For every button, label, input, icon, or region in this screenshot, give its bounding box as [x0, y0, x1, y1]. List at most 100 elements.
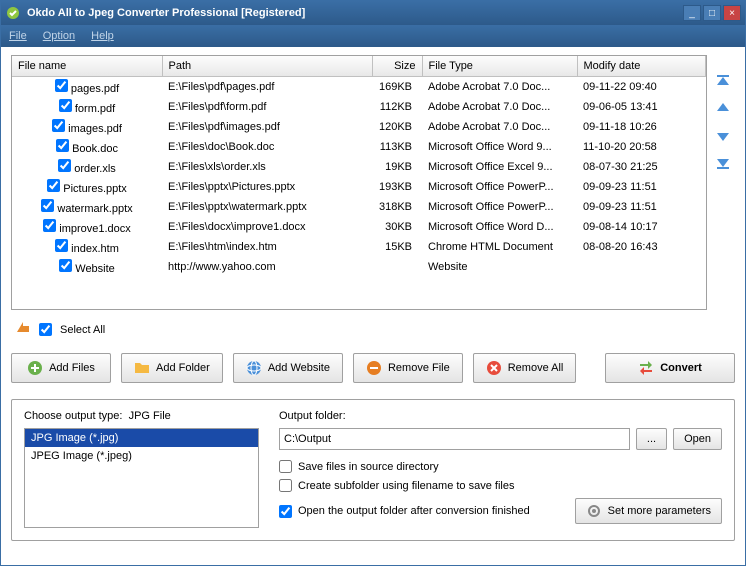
file-grid[interactable]: File name Path Size File Type Modify dat… [12, 56, 706, 309]
browse-button[interactable]: ... [636, 428, 667, 450]
open-after-row: Open the output folder after conversion … [279, 505, 575, 518]
window-title: Okdo All to Jpeg Converter Professional … [27, 7, 683, 19]
save-source-label: Save files in source directory [298, 461, 439, 473]
table-row[interactable]: index.htm E:\Files\htm\index.htm 15KB Ch… [12, 237, 706, 257]
cell-size: 193KB [372, 177, 422, 197]
table-row[interactable]: improve1.docx E:\Files\docx\improve1.doc… [12, 217, 706, 237]
select-all-label: Select All [60, 324, 105, 336]
col-filename[interactable]: File name [12, 56, 162, 76]
menu-help[interactable]: Help [91, 30, 114, 42]
cell-size: 19KB [372, 157, 422, 177]
table-row[interactable]: order.xls E:\Files\xls\order.xls 19KB Mi… [12, 157, 706, 177]
cell-size: 30KB [372, 217, 422, 237]
output-folder-input[interactable] [279, 428, 630, 450]
col-size[interactable]: Size [372, 56, 422, 76]
cell-size: 120KB [372, 117, 422, 137]
table-row[interactable]: Website http://www.yahoo.com Website [12, 257, 706, 277]
row-checkbox[interactable] [47, 179, 60, 192]
save-source-checkbox[interactable] [279, 460, 292, 473]
cell-size: 169KB [372, 76, 422, 97]
cell-date: 09-11-18 10:26 [577, 117, 706, 137]
menubar: File Option Help [1, 25, 745, 47]
add-files-icon [27, 360, 43, 376]
maximize-button[interactable]: □ [703, 5, 721, 21]
app-window: Okdo All to Jpeg Converter Professional … [0, 0, 746, 566]
table-row[interactable]: images.pdf E:\Files\pdf\images.pdf 120KB… [12, 117, 706, 137]
set-more-parameters-button[interactable]: Set more parameters [575, 498, 722, 524]
output-folder-panel: Output folder: ... Open Save files in so… [279, 410, 722, 528]
remove-all-icon [486, 360, 502, 376]
output-type-item[interactable]: JPEG Image (*.jpeg) [25, 447, 258, 465]
cell-size: 112KB [372, 97, 422, 117]
table-row[interactable]: pages.pdf E:\Files\pdf\pages.pdf 169KB A… [12, 76, 706, 97]
add-folder-button[interactable]: Add Folder [121, 353, 223, 383]
col-path[interactable]: Path [162, 56, 372, 76]
move-up-icon[interactable] [715, 101, 731, 117]
cell-type: Adobe Acrobat 7.0 Doc... [422, 97, 577, 117]
output-panel: Choose output type: JPG File JPG Image (… [11, 399, 735, 541]
add-website-label: Add Website [268, 362, 330, 374]
open-folder-button[interactable]: Open [673, 428, 722, 450]
table-row[interactable]: watermark.pptx E:\Files\pptx\watermark.p… [12, 197, 706, 217]
cell-path: E:\Files\doc\Book.doc [162, 137, 372, 157]
output-folder-label: Output folder: [279, 410, 722, 422]
add-files-button[interactable]: Add Files [11, 353, 111, 383]
move-bottom-icon[interactable] [715, 153, 731, 169]
window-controls: _ □ × [683, 5, 741, 21]
output-type-list[interactable]: JPG Image (*.jpg)JPEG Image (*.jpeg) [24, 428, 259, 528]
create-subfolder-checkbox[interactable] [279, 479, 292, 492]
cell-size: 15KB [372, 237, 422, 257]
reorder-buttons [711, 55, 735, 310]
open-after-checkbox[interactable] [279, 505, 292, 518]
add-folder-label: Add Folder [156, 362, 210, 374]
remove-all-button[interactable]: Remove All [473, 353, 577, 383]
select-all-checkbox[interactable] [39, 323, 52, 336]
table-row[interactable]: form.pdf E:\Files\pdf\form.pdf 112KB Ado… [12, 97, 706, 117]
remove-all-label: Remove All [508, 362, 564, 374]
convert-button[interactable]: Convert [605, 353, 735, 383]
add-website-icon [246, 360, 262, 376]
cell-date: 09-09-23 11:51 [577, 197, 706, 217]
menu-option[interactable]: Option [43, 30, 75, 42]
remove-file-icon [366, 360, 382, 376]
row-checkbox[interactable] [55, 79, 68, 92]
row-checkbox[interactable] [41, 199, 54, 212]
close-button[interactable]: × [723, 5, 741, 21]
row-checkbox[interactable] [59, 259, 72, 272]
row-checkbox[interactable] [43, 219, 56, 232]
table-row[interactable]: Book.doc E:\Files\doc\Book.doc 113KB Mic… [12, 137, 706, 157]
cell-type: Adobe Acrobat 7.0 Doc... [422, 117, 577, 137]
row-checkbox[interactable] [59, 99, 72, 112]
cell-type: Adobe Acrobat 7.0 Doc... [422, 76, 577, 97]
create-subfolder-label: Create subfolder using filename to save … [298, 480, 514, 492]
cell-type: Microsoft Office PowerP... [422, 197, 577, 217]
row-checkbox[interactable] [56, 139, 69, 152]
app-icon [5, 5, 21, 21]
cell-type: Microsoft Office Excel 9... [422, 157, 577, 177]
cell-date: 09-06-05 13:41 [577, 97, 706, 117]
table-row[interactable]: Pictures.pptx E:\Files\pptx\Pictures.ppt… [12, 177, 706, 197]
output-type-item[interactable]: JPG Image (*.jpg) [25, 429, 258, 447]
col-filetype[interactable]: File Type [422, 56, 577, 76]
cell-type: Microsoft Office Word 9... [422, 137, 577, 157]
menu-file[interactable]: File [9, 30, 27, 42]
add-files-label: Add Files [49, 362, 95, 374]
col-modify[interactable]: Modify date [577, 56, 706, 76]
gear-icon [586, 503, 602, 519]
cell-date: 08-08-20 16:43 [577, 237, 706, 257]
cell-type: Microsoft Office PowerP... [422, 177, 577, 197]
row-checkbox[interactable] [52, 119, 65, 132]
output-folder-row: ... Open [279, 428, 722, 450]
move-down-icon[interactable] [715, 127, 731, 143]
remove-file-label: Remove File [388, 362, 450, 374]
select-all-row: Select All [11, 318, 735, 341]
cell-date: 09-11-22 09:40 [577, 76, 706, 97]
add-website-button[interactable]: Add Website [233, 353, 343, 383]
titlebar: Okdo All to Jpeg Converter Professional … [1, 1, 745, 25]
row-checkbox[interactable] [55, 239, 68, 252]
move-top-icon[interactable] [715, 75, 731, 91]
row-checkbox[interactable] [58, 159, 71, 172]
cell-date: 11-10-20 20:58 [577, 137, 706, 157]
remove-file-button[interactable]: Remove File [353, 353, 463, 383]
minimize-button[interactable]: _ [683, 5, 701, 21]
